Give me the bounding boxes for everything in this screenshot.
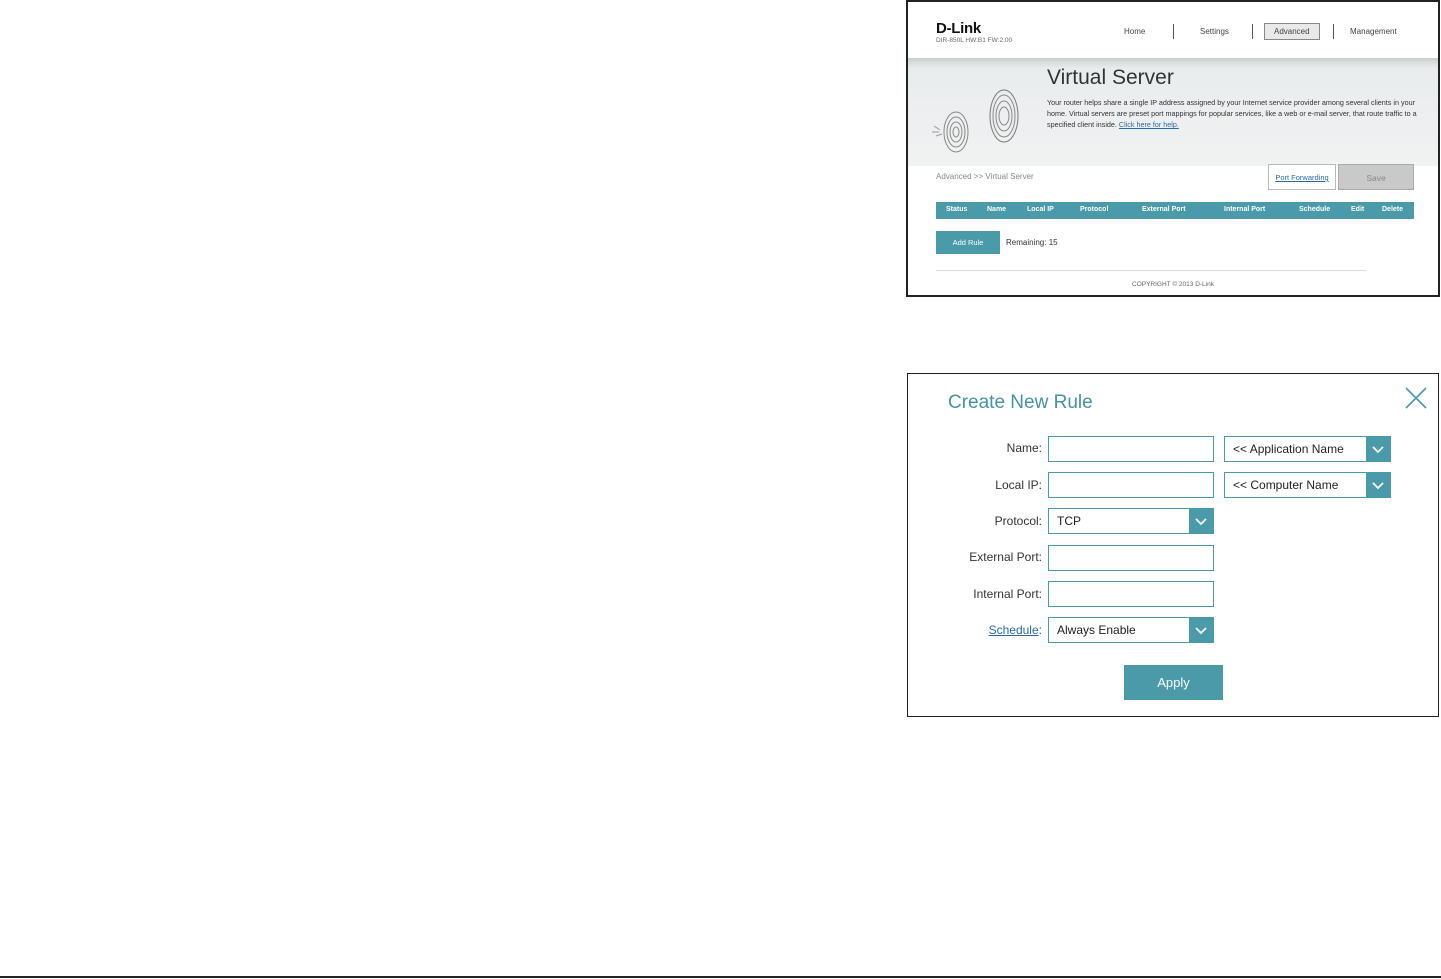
computer-name-select[interactable]: << Computer Name — [1224, 472, 1391, 498]
nav-management[interactable]: Management — [1350, 27, 1397, 36]
chevron-down-icon[interactable] — [1189, 618, 1213, 642]
nav-divider — [1252, 24, 1253, 39]
chevron-down-icon[interactable] — [1189, 509, 1213, 533]
internal-port-input[interactable] — [1048, 581, 1214, 607]
local-ip-label: Local IP: — [995, 478, 1042, 492]
save-button[interactable]: Save — [1338, 164, 1414, 190]
nav-divider — [1333, 24, 1334, 39]
schedule-link[interactable]: Schedule — [989, 623, 1039, 637]
col-name: Name — [987, 206, 1007, 213]
model-info: DIR-850L HW:B1 FW:2.00 — [936, 37, 1013, 44]
name-label: Name: — [1006, 441, 1042, 455]
col-edit: Edit — [1351, 206, 1365, 213]
create-rule-dialog: Create New Rule Name: << Application Nam… — [907, 373, 1439, 717]
router-header: D-Link DIR-850L HW:B1 FW:2.00 Home Setti… — [908, 2, 1438, 58]
nav-advanced[interactable]: Advanced — [1264, 23, 1320, 40]
page-title: Virtual Server — [1047, 66, 1174, 89]
computer-name-value: << Computer Name — [1233, 478, 1339, 492]
description-text: Your router helps share a single IP addr… — [1047, 98, 1417, 129]
schedule-colon: : — [1038, 623, 1042, 637]
breadcrumb: Advanced >> Virtual Server — [936, 172, 1034, 181]
internal-port-label: Internal Port: — [973, 587, 1042, 601]
name-input[interactable] — [1048, 436, 1214, 462]
col-local-ip: Local IP — [1027, 206, 1054, 213]
col-schedule: Schedule — [1299, 206, 1331, 213]
page-description: Your router helps share a single IP addr… — [1047, 97, 1419, 130]
rules-table-header: Status Name Local IP Protocol External P… — [936, 202, 1414, 219]
page-bottom-rule — [0, 976, 1441, 978]
nav-home[interactable]: Home — [1124, 27, 1145, 36]
add-rule-button[interactable]: Add Rule — [936, 231, 1000, 254]
remaining-count: Remaining: 15 — [1006, 238, 1058, 247]
schedule-select[interactable]: Always Enable — [1048, 617, 1214, 643]
help-link[interactable]: Click here for help. — [1119, 120, 1179, 129]
col-internal-port: Internal Port — [1224, 206, 1266, 213]
nav-divider — [1173, 24, 1174, 39]
col-status: Status — [946, 206, 968, 213]
col-delete: Delete — [1382, 206, 1404, 213]
schedule-value: Always Enable — [1057, 623, 1136, 637]
protocol-label: Protocol: — [994, 514, 1042, 528]
footer-divider — [936, 270, 1366, 271]
protocol-value: TCP — [1057, 514, 1081, 528]
col-protocol: Protocol — [1080, 206, 1109, 213]
nav-settings[interactable]: Settings — [1200, 27, 1229, 36]
schedule-label: Schedule: — [908, 623, 1042, 637]
copyright: COPYRIGHT © 2013 D-Link — [1132, 281, 1214, 288]
external-port-label: External Port: — [969, 550, 1042, 564]
application-name-select[interactable]: << Application Name — [1224, 436, 1391, 462]
dialog-title: Create New Rule — [948, 392, 1093, 413]
application-name-value: << Application Name — [1233, 442, 1344, 456]
close-icon[interactable] — [1404, 386, 1428, 410]
local-ip-input[interactable] — [1048, 472, 1214, 498]
col-external-port: External Port — [1142, 206, 1186, 213]
external-port-input[interactable] — [1048, 545, 1214, 571]
protocol-select[interactable]: TCP — [1048, 508, 1214, 534]
port-forwarding-button[interactable]: Port Forwarding — [1268, 164, 1336, 190]
virtual-server-screenshot: D-Link DIR-850L HW:B1 FW:2.00 Home Setti… — [906, 0, 1440, 297]
virtual-server-illustration-icon — [932, 89, 1019, 153]
dlink-logo: D-Link — [936, 20, 981, 37]
chevron-down-icon[interactable] — [1366, 473, 1390, 497]
chevron-down-icon[interactable] — [1366, 437, 1390, 461]
apply-button[interactable]: Apply — [1124, 665, 1223, 700]
